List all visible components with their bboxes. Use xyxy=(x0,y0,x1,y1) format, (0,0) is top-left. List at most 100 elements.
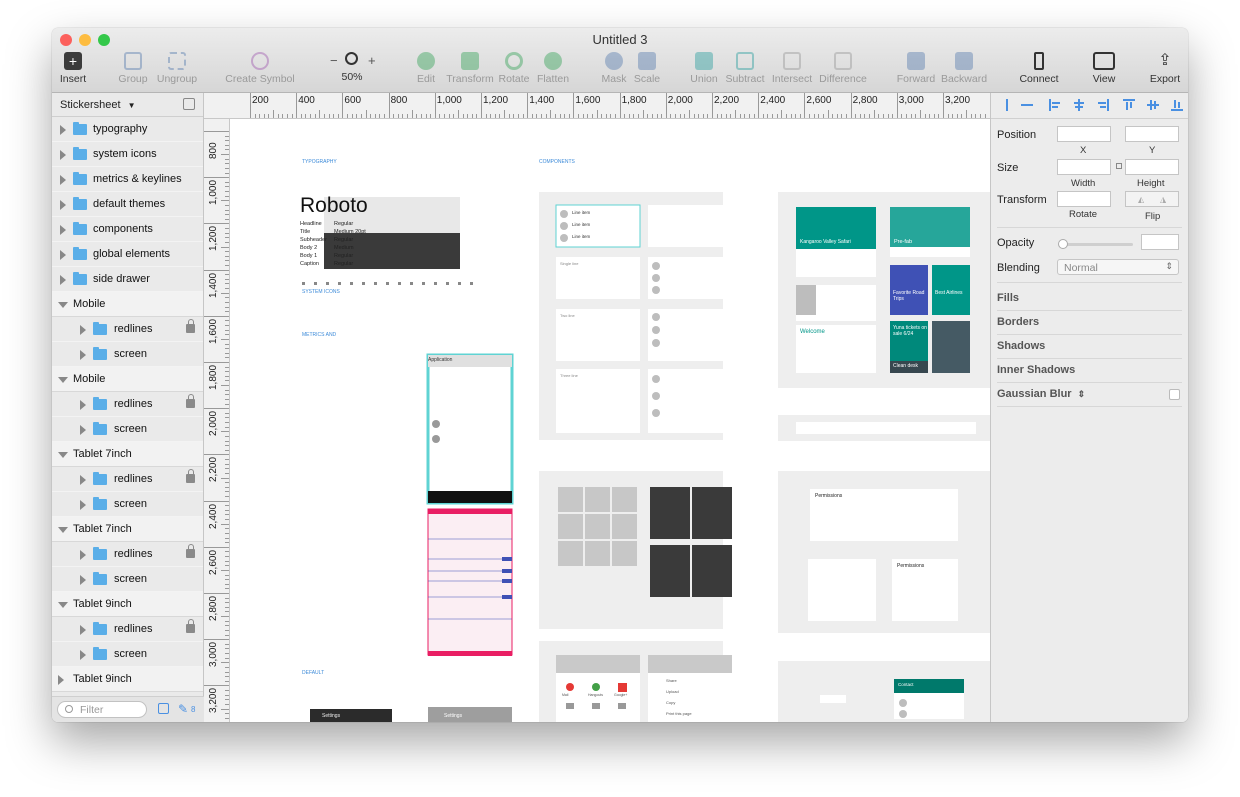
layer-folder[interactable]: redlines xyxy=(52,467,203,492)
group-button[interactable]: Group xyxy=(116,50,150,90)
ungroup-button[interactable]: Ungroup xyxy=(154,50,200,90)
lock-icon[interactable] xyxy=(186,469,195,483)
lock-icon[interactable] xyxy=(186,619,195,633)
mask-button[interactable]: Mask xyxy=(600,50,628,90)
distribute-vertical-icon[interactable] xyxy=(1021,99,1033,111)
disclosure-triangle-icon[interactable] xyxy=(60,125,66,135)
difference-button[interactable]: Difference xyxy=(818,50,868,90)
disclosure-triangle-icon[interactable] xyxy=(58,602,68,608)
flip-horizontal-icon[interactable]: ◭ xyxy=(1138,195,1144,204)
y-input[interactable] xyxy=(1125,126,1179,142)
opacity-slider-handle[interactable] xyxy=(1058,239,1068,249)
align-right-icon[interactable] xyxy=(1097,99,1109,111)
opacity-slider[interactable] xyxy=(1058,239,1133,249)
zoom-in-button[interactable]: + xyxy=(368,53,376,68)
pencil-icon[interactable]: ✎ xyxy=(178,702,188,716)
layer-folder[interactable]: metrics & keylines xyxy=(52,167,203,192)
insert-button[interactable]: + Insert xyxy=(56,50,90,90)
transform-button[interactable]: Transform xyxy=(446,50,494,90)
disclosure-triangle-icon[interactable] xyxy=(60,200,66,210)
align-top-icon[interactable] xyxy=(1123,99,1135,111)
disclosure-triangle-icon[interactable] xyxy=(60,225,66,235)
disclosure-triangle-icon[interactable] xyxy=(80,350,86,360)
intersect-button[interactable]: Intersect xyxy=(770,50,814,90)
zoom-control[interactable]: − + 50% xyxy=(324,50,380,90)
fills-section[interactable]: Fills xyxy=(997,292,1019,304)
artboard-group[interactable]: Tablet 9inch xyxy=(52,667,203,692)
artboard-group[interactable]: Tablet 7inch xyxy=(52,517,203,542)
disclosure-triangle-icon[interactable] xyxy=(58,675,64,685)
disclosure-triangle-icon[interactable] xyxy=(58,527,68,533)
align-middle-icon[interactable] xyxy=(1147,99,1159,111)
disclosure-triangle-icon[interactable] xyxy=(58,377,68,383)
lock-icon[interactable] xyxy=(186,319,195,333)
page-toggle-icon[interactable] xyxy=(183,98,195,110)
connect-button[interactable]: Connect xyxy=(1018,50,1060,90)
gaussian-blur-section[interactable]: Gaussian Blur ⇕ xyxy=(997,388,1085,400)
disclosure-triangle-icon[interactable] xyxy=(60,150,66,160)
lock-icon[interactable] xyxy=(186,544,195,558)
shadows-section[interactable]: Shadows xyxy=(997,340,1045,352)
edit-button[interactable]: Edit xyxy=(412,50,440,90)
filter-input[interactable]: Filter xyxy=(57,701,147,718)
layer-folder[interactable]: redlines xyxy=(52,617,203,642)
gaussian-blur-checkbox[interactable] xyxy=(1169,389,1180,400)
export-button[interactable]: ⇪ Export xyxy=(1148,50,1182,90)
align-center-icon[interactable] xyxy=(1073,99,1085,111)
disclosure-triangle-icon[interactable] xyxy=(80,425,86,435)
flip-vertical-icon[interactable]: ◮ xyxy=(1160,195,1166,204)
disclosure-triangle-icon[interactable] xyxy=(80,325,86,335)
rotate-button[interactable]: Rotate xyxy=(498,50,530,90)
disclosure-triangle-icon[interactable] xyxy=(80,575,86,585)
layer-folder[interactable]: components xyxy=(52,217,203,242)
flip-toggle[interactable]: ◭ ◮ xyxy=(1125,191,1179,207)
layer-folder[interactable]: screen xyxy=(52,642,203,667)
forward-button[interactable]: Forward xyxy=(896,50,936,90)
backward-button[interactable]: Backward xyxy=(940,50,988,90)
x-input[interactable] xyxy=(1057,126,1111,142)
disclosure-triangle-icon[interactable] xyxy=(60,250,66,260)
layer-folder[interactable]: default themes xyxy=(52,192,203,217)
align-bottom-icon[interactable] xyxy=(1171,99,1183,111)
disclosure-triangle-icon[interactable] xyxy=(80,500,86,510)
width-input[interactable] xyxy=(1057,159,1111,175)
inner-shadows-section[interactable]: Inner Shadows xyxy=(997,364,1075,376)
artboard-group[interactable]: Tablet 7inch xyxy=(52,442,203,467)
disclosure-triangle-icon[interactable] xyxy=(58,302,68,308)
view-button[interactable]: View xyxy=(1088,50,1120,90)
subtract-button[interactable]: Subtract xyxy=(724,50,766,90)
artboard-group[interactable]: Mobile xyxy=(52,367,203,392)
disclosure-triangle-icon[interactable] xyxy=(58,452,68,458)
zoom-out-button[interactable]: − xyxy=(330,53,338,68)
horizontal-ruler[interactable]: 200 400 600 800 1,000 1,200 1,400 1,600 1,800 2,0… xyxy=(204,93,990,119)
layer-folder[interactable]: redlines xyxy=(52,317,203,342)
layer-folder[interactable]: side drawer xyxy=(52,267,203,292)
union-button[interactable]: Union xyxy=(688,50,720,90)
disclosure-triangle-icon[interactable] xyxy=(80,625,86,635)
layer-folder[interactable]: screen xyxy=(52,342,203,367)
artboard-group[interactable]: Mobile xyxy=(52,292,203,317)
layer-folder[interactable]: screen xyxy=(52,567,203,592)
distribute-horizontal-icon[interactable] xyxy=(1001,99,1013,111)
artboard-canvas[interactable]: TYPOGRAPHY COMPONENTS SYSTEM ICONS METRI… xyxy=(230,119,990,722)
disclosure-triangle-icon[interactable] xyxy=(80,475,86,485)
page-selector[interactable]: Stickersheet ▼ xyxy=(52,93,203,117)
scale-button[interactable]: Scale xyxy=(632,50,662,90)
layer-folder[interactable]: redlines xyxy=(52,392,203,417)
lock-icon[interactable] xyxy=(186,394,195,408)
create-symbol-button[interactable]: Create Symbol xyxy=(224,50,296,90)
vertical-ruler[interactable]: 800 1,000 1,200 1,400 1,600 1,800 2,000 2,200 2,… xyxy=(204,119,230,722)
opacity-input[interactable] xyxy=(1141,234,1179,250)
layer-folder[interactable]: system icons xyxy=(52,142,203,167)
disclosure-triangle-icon[interactable] xyxy=(80,550,86,560)
flatten-button[interactable]: Flatten xyxy=(534,50,572,90)
height-input[interactable] xyxy=(1125,159,1179,175)
lock-ratio-icon[interactable] xyxy=(1116,163,1122,169)
rotate-input[interactable] xyxy=(1057,191,1111,207)
align-left-icon[interactable] xyxy=(1049,99,1061,111)
copy-icon[interactable] xyxy=(158,703,169,714)
layer-folder[interactable]: screen xyxy=(52,492,203,517)
layer-folder[interactable]: typography xyxy=(52,117,203,142)
disclosure-triangle-icon[interactable] xyxy=(80,650,86,660)
layer-folder[interactable]: global elements xyxy=(52,242,203,267)
